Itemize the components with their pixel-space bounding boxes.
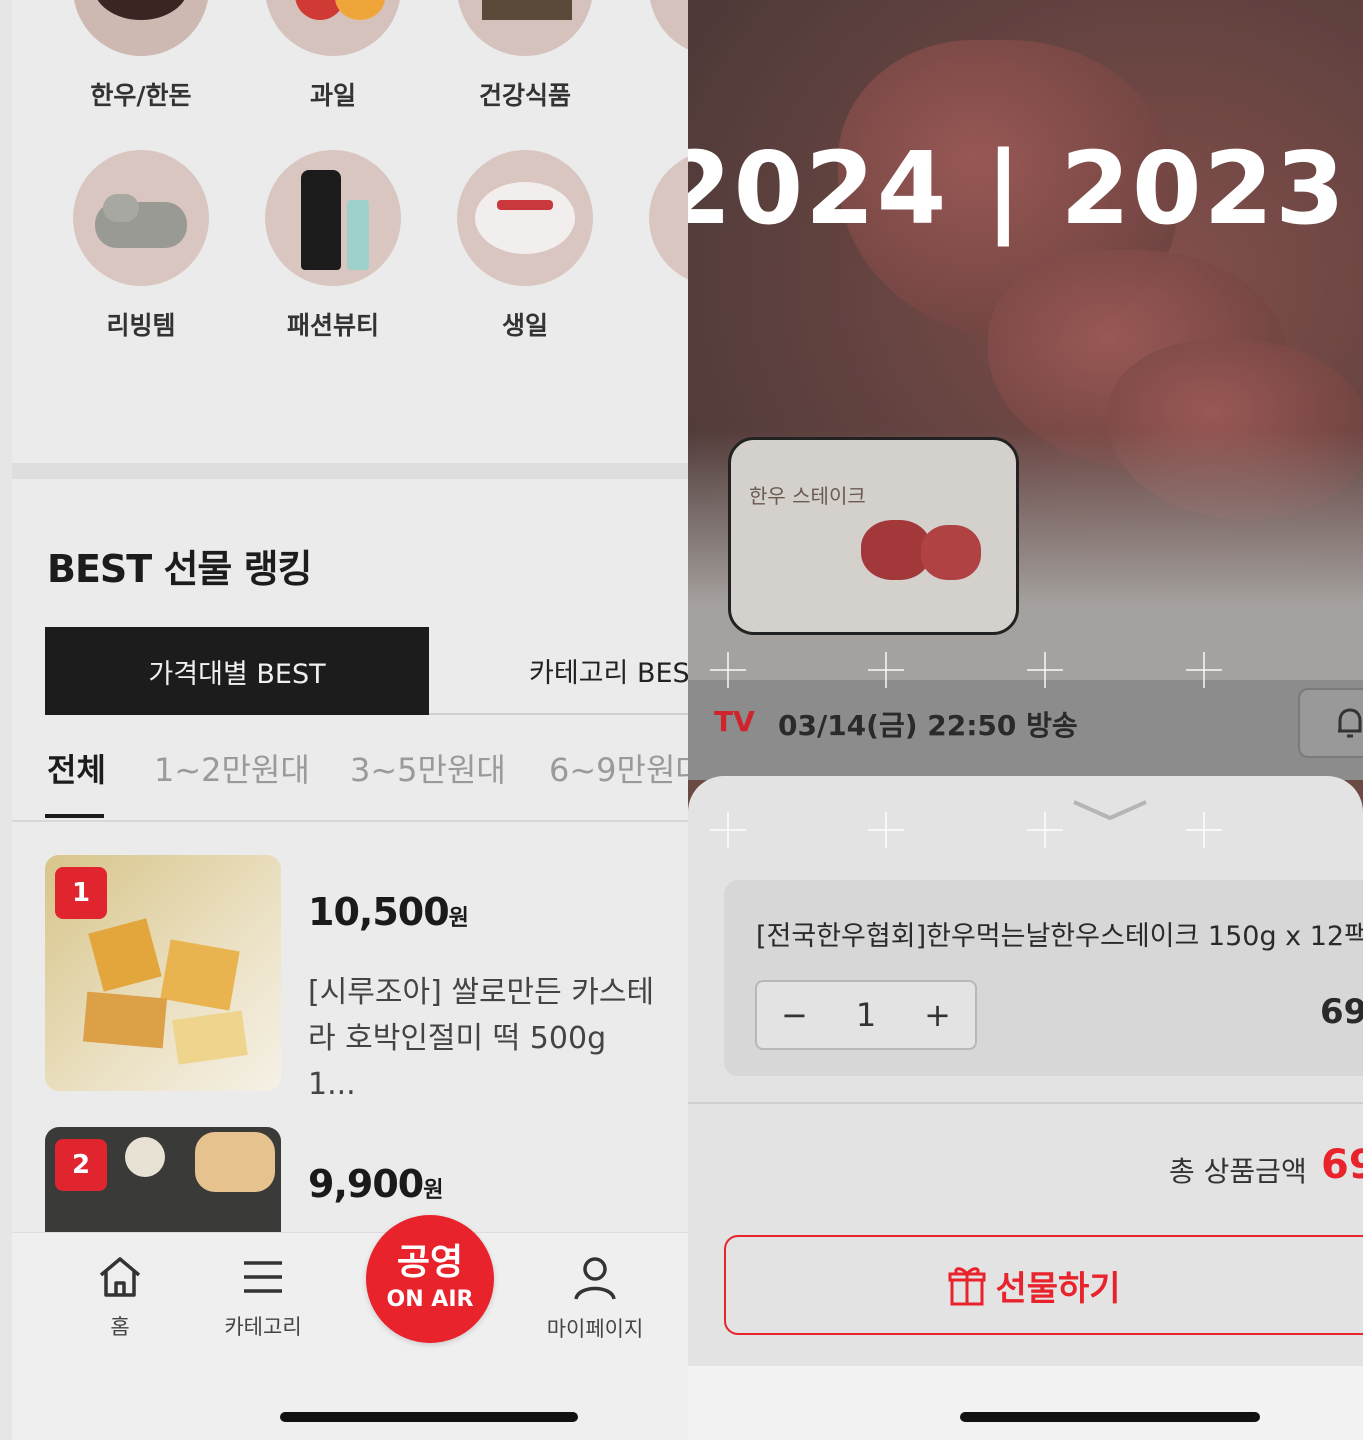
nav-mypage[interactable]: 마이페이지 <box>535 1255 655 1343</box>
plus-icon[interactable]: + <box>924 996 951 1034</box>
nav-home-label: 홈 <box>110 1315 130 1339</box>
product-name-1[interactable]: [시루조아] 쌀로만든 카스테라 호박인절미 떡 500g 1... <box>308 970 658 1108</box>
product-image-1[interactable]: 1 <box>45 855 281 1091</box>
grid-mark <box>710 652 746 688</box>
gift-icon <box>948 1267 986 1306</box>
home-indicator-right <box>960 1412 1260 1422</box>
product-price-2: 9,900원 <box>308 1162 443 1206</box>
chevron-down-icon[interactable] <box>1070 796 1150 826</box>
home-icon <box>99 1257 141 1297</box>
onair-bottom-label: ON AIR <box>386 1287 474 1312</box>
total-price: 69 <box>1321 1142 1363 1188</box>
grid-mark <box>868 812 904 848</box>
filter-all[interactable]: 전체 <box>47 745 106 791</box>
filter-1-2[interactable]: 1~2만원대 <box>154 745 310 791</box>
grid-mark <box>1027 812 1063 848</box>
filter-3-5[interactable]: 3~5만원대 <box>350 745 506 791</box>
best-ranking-title: BEST 선물 랭킹 <box>47 547 313 591</box>
tab-price-best[interactable]: 가격대별 BEST <box>45 627 429 715</box>
nav-home[interactable]: 홈 <box>60 1255 180 1341</box>
onair-button[interactable]: 공영 ON AIR <box>366 1215 494 1343</box>
category-label-beef: 한우/한돈 <box>90 81 192 110</box>
category-health-image[interactable] <box>457 0 593 56</box>
right-screen: 2024 | 2023 한우 스테이크 TV 03/14(금) 22:50 방송… <box>688 0 1363 1440</box>
category-label-health: 건강식품 <box>478 81 571 110</box>
bottom-safe-area <box>688 1366 1363 1440</box>
rank-badge-1: 1 <box>55 867 107 919</box>
grid-mark <box>1186 812 1222 848</box>
left-screen: 한우/한돈 과일 건강식품 리빙템 패션뷰티 생일 BEST 선물 랭킹 가격대… <box>12 0 688 1440</box>
category-label-fashion: 패션뷰티 <box>286 311 379 340</box>
grid-mark <box>710 812 746 848</box>
tab-category-best[interactable]: 카테고리 BEST <box>429 627 688 715</box>
category-label-fruit: 과일 <box>309 81 356 110</box>
bell-icon <box>1338 708 1362 738</box>
nav-category[interactable]: 카테고리 <box>203 1255 323 1341</box>
rank-badge-2: 2 <box>55 1139 107 1191</box>
total-label: 총 상품금액 <box>1169 1155 1307 1188</box>
category-label-birthday: 생일 <box>501 311 548 340</box>
grid-mark <box>868 652 904 688</box>
category-birthday-image[interactable] <box>457 150 593 286</box>
gift-button-label: 선물하기 <box>995 1268 1121 1309</box>
option-name: [전국한우협회]한우먹는날한우스테이크 150g x 12팩 <box>756 921 1363 952</box>
category-fashion-image[interactable] <box>265 150 401 286</box>
year-title: 2024 | 2023 <box>688 130 1347 247</box>
filter-active-indicator <box>45 814 104 818</box>
grid-mark <box>1027 652 1063 688</box>
category-more-image[interactable] <box>649 0 688 56</box>
grid-mark <box>1186 652 1222 688</box>
filter-6-9[interactable]: 6~9만원대 <box>549 745 688 791</box>
broadcast-time: 03/14(금) 22:50 방송 <box>778 709 1078 742</box>
product-image-2[interactable]: 2 <box>45 1127 281 1237</box>
menu-icon <box>244 1261 282 1293</box>
category-fruit-image[interactable] <box>265 0 401 56</box>
nav-category-label: 카테고리 <box>224 1315 302 1339</box>
nav-mypage-label: 마이페이지 <box>546 1317 644 1341</box>
product-price-1: 10,500원 <box>308 890 469 934</box>
option-price: 69 <box>1320 992 1363 1032</box>
tv-label: TV <box>714 705 755 738</box>
alarm-button[interactable] <box>1298 688 1363 758</box>
home-indicator-left <box>280 1412 578 1422</box>
gift-button[interactable]: 선물하기 <box>724 1235 1363 1335</box>
sheet-divider <box>688 1102 1363 1104</box>
quantity-stepper[interactable]: − 1 + <box>755 980 977 1050</box>
category-beef-image[interactable] <box>73 0 209 56</box>
package-label: 한우 스테이크 <box>749 484 866 508</box>
section-divider <box>12 463 688 479</box>
filter-divider <box>12 820 688 822</box>
quantity-value: 1 <box>855 996 877 1034</box>
product-package-image: 한우 스테이크 <box>728 437 1019 635</box>
category-living-image[interactable] <box>73 150 209 286</box>
category-more2-image[interactable] <box>649 150 688 286</box>
category-label-living: 리빙템 <box>106 311 176 340</box>
minus-icon[interactable]: − <box>781 996 808 1034</box>
onair-top-label: 공영 <box>396 1242 464 1283</box>
person-icon <box>574 1257 616 1300</box>
